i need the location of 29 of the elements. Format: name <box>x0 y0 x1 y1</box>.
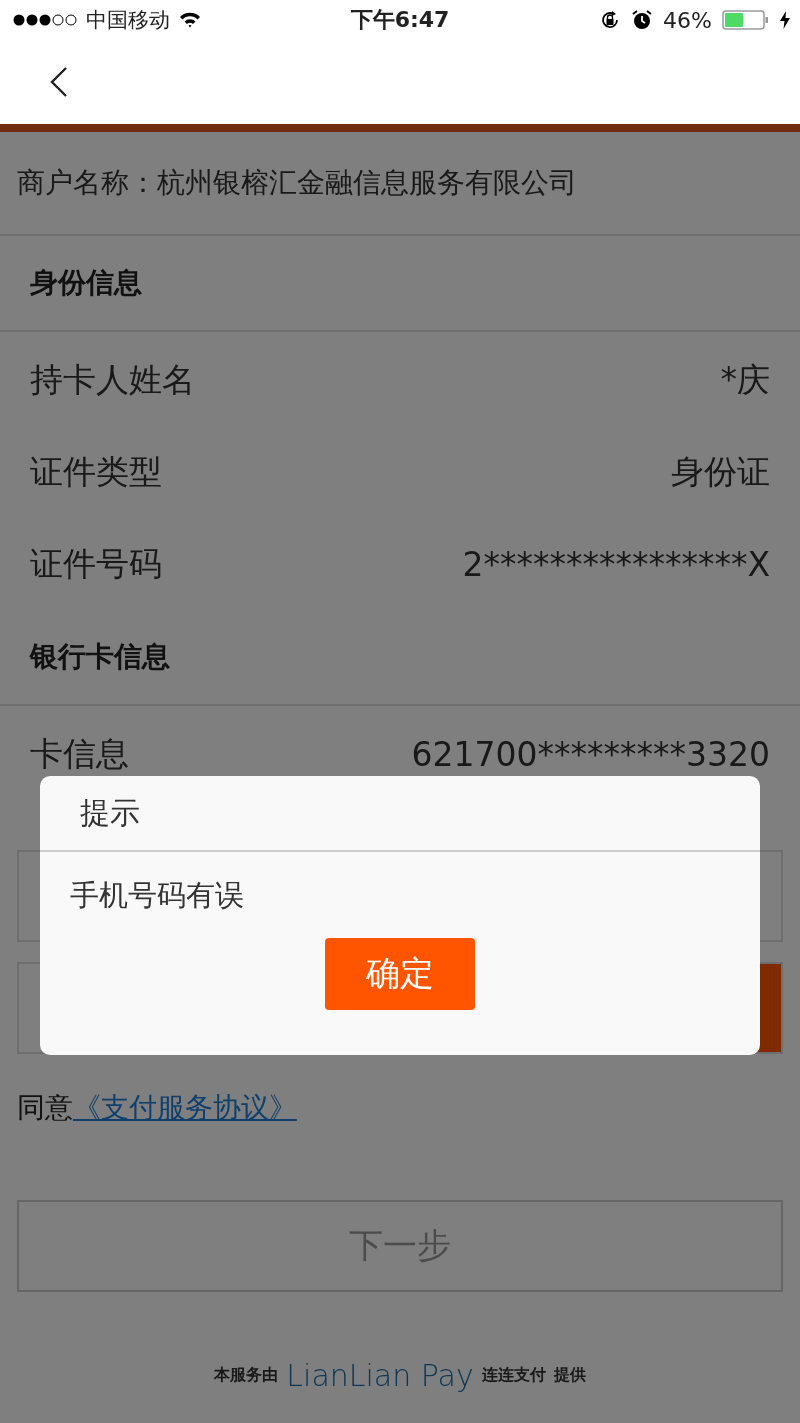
row-value: 2****************X <box>462 544 770 584</box>
charging-icon <box>780 11 790 29</box>
section-title: 银行卡信息 <box>0 610 800 706</box>
wifi-icon <box>178 11 202 29</box>
row-value: *庆 <box>720 358 770 401</box>
section-title: 身份信息 <box>0 236 800 332</box>
dialog-message: 手机号码有误 <box>69 877 245 914</box>
row-label: 证件号码 <box>30 542 162 585</box>
row-label: 证件类型 <box>30 450 162 493</box>
confirm-button[interactable]: 确定 <box>325 938 475 1010</box>
alarm-icon <box>631 9 654 31</box>
dialog-title: 提示 <box>40 776 760 852</box>
brand-logo: LianLian Pay <box>286 1358 474 1393</box>
row-label: 持卡人姓名 <box>30 358 195 401</box>
carrier-name: 中国移动 <box>86 7 170 34</box>
row-value: 身份证 <box>671 450 770 493</box>
battery-icon <box>722 10 770 30</box>
status-time: 下午6:47 <box>349 6 451 34</box>
battery-percent: 46% <box>663 7 712 33</box>
row-value: 621700*********3320 <box>411 734 770 774</box>
signal-icon <box>12 13 78 27</box>
agreement-link[interactable]: 《支付服务协议》 <box>73 1089 297 1127</box>
row-label: 卡信息 <box>30 732 129 775</box>
back-icon <box>50 66 68 98</box>
footer-text: 提供 <box>553 1365 586 1386</box>
brand-name: 连连支付 <box>481 1365 546 1386</box>
agreement-text: 同意 <box>17 1090 73 1126</box>
merchant-name: 商户名称：杭州银榕汇金融信息服务有限公司 <box>0 132 800 236</box>
footer-text: 本服务由 <box>214 1365 279 1386</box>
